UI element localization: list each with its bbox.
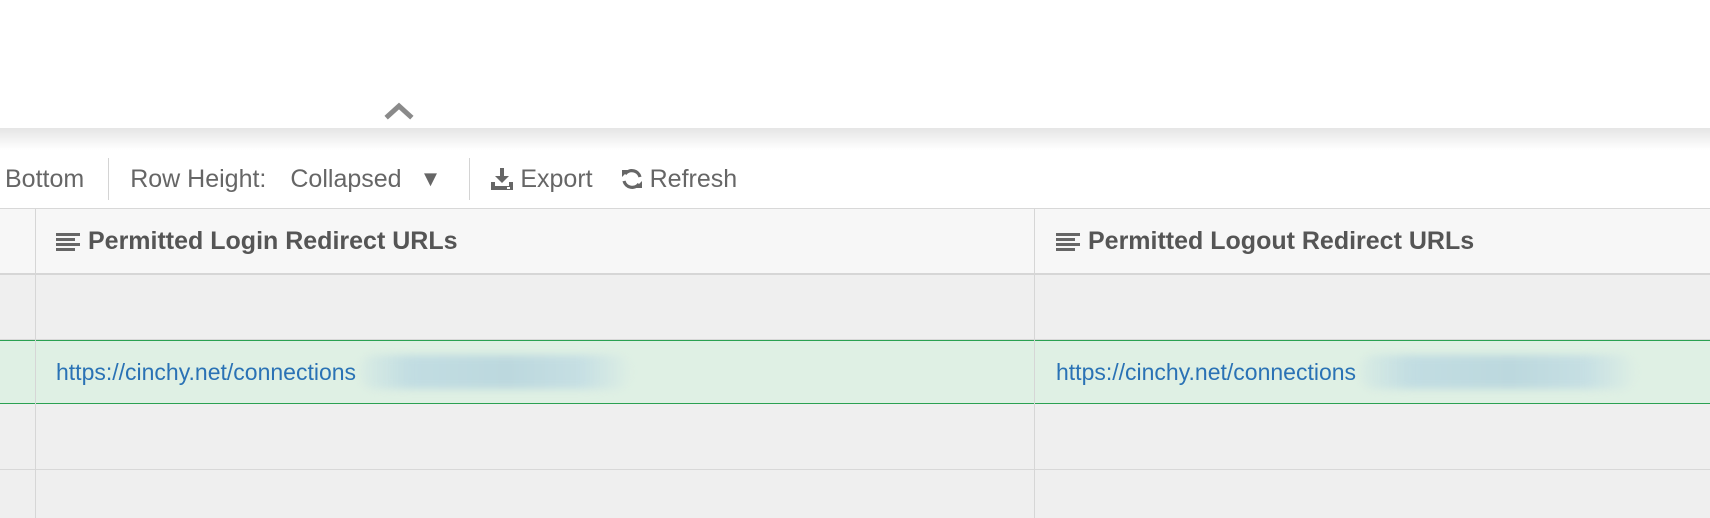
login-url-link[interactable]: https://cinchy.net/connections: [56, 359, 356, 386]
refresh-button[interactable]: Refresh: [620, 164, 738, 194]
column-header-logout-urls[interactable]: Permitted Logout Redirect URLs: [1056, 209, 1474, 273]
row-height-label: Row Height:: [130, 164, 267, 193]
row-gutter-divider: [35, 209, 36, 518]
download-icon: [491, 168, 514, 190]
refresh-icon: [621, 169, 642, 189]
scroll-bottom-button[interactable]: Bottom: [5, 165, 84, 194]
table-row[interactable]: [0, 405, 1710, 470]
row-height-control: Row Height: Collapsed ▼: [130, 165, 441, 194]
collapse-panel-toggle[interactable]: [382, 98, 416, 122]
panel-shadow: [0, 128, 1710, 150]
caret-down-icon: ▼: [419, 166, 442, 191]
login-url-cell[interactable]: https://cinchy.net/connections: [56, 341, 631, 403]
logout-url-cell[interactable]: https://cinchy.net/connections: [1056, 341, 1636, 403]
grid-header-row: Permitted Login Redirect URLs Permitted …: [0, 209, 1710, 275]
export-button[interactable]: Export: [490, 164, 593, 194]
text-column-icon: [56, 231, 80, 251]
table-row-selected[interactable]: https://cinchy.net/connections https://c…: [0, 340, 1710, 404]
row-height-value: Collapsed: [290, 164, 402, 193]
logout-url-link[interactable]: https://cinchy.net/connections: [1056, 359, 1356, 386]
text-column-icon: [1056, 231, 1080, 251]
redacted-text: [360, 355, 631, 389]
column-divider[interactable]: [1034, 209, 1035, 518]
toolbar-divider: [108, 158, 110, 200]
export-label: Export: [520, 164, 593, 193]
refresh-label: Refresh: [649, 164, 738, 193]
column-header-label: Permitted Logout Redirect URLs: [1088, 226, 1475, 255]
data-grid: Permitted Login Redirect URLs Permitted …: [0, 208, 1710, 518]
chevron-up-icon: [384, 102, 414, 120]
table-row[interactable]: [0, 470, 1710, 518]
page: Bottom Row Height: Collapsed ▼ Export Re…: [0, 0, 1710, 518]
table-row[interactable]: [0, 275, 1710, 340]
column-header-label: Permitted Login Redirect URLs: [88, 226, 458, 255]
toolbar-divider: [469, 158, 471, 200]
row-height-dropdown[interactable]: Collapsed ▼: [290, 165, 441, 194]
redacted-text: [1360, 355, 1636, 389]
column-header-login-urls[interactable]: Permitted Login Redirect URLs: [56, 209, 458, 273]
grid-toolbar: Bottom Row Height: Collapsed ▼ Export Re…: [0, 150, 1710, 208]
